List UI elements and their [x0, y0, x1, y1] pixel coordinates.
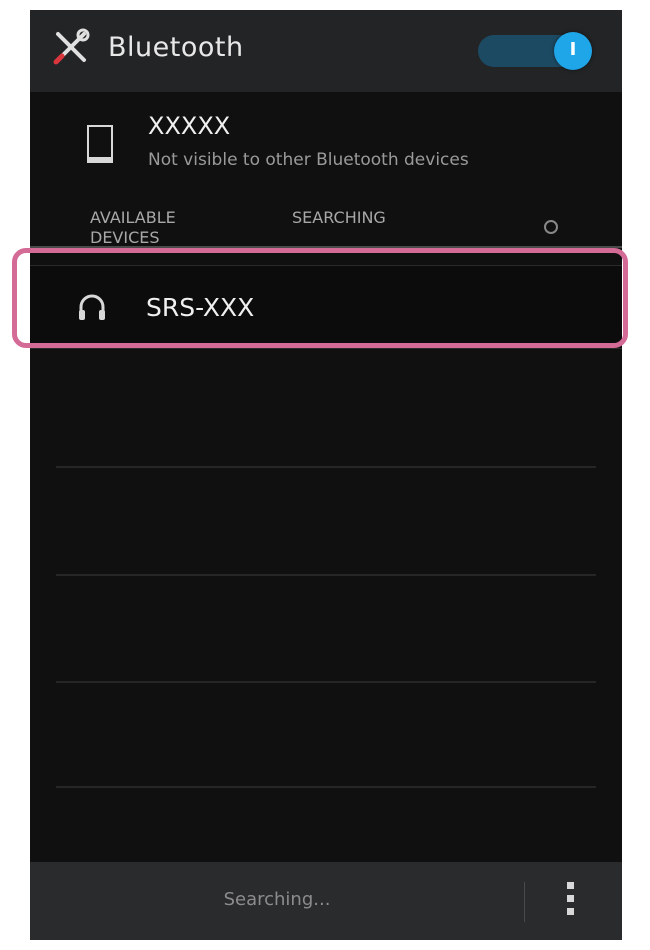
action-bar: Bluetooth I: [30, 10, 622, 92]
searching-status: SEARCHING: [292, 208, 386, 227]
bottom-action-bar: Searching...: [30, 862, 622, 940]
device-name: SRS-XXX: [146, 293, 255, 322]
toggle-knob[interactable]: I: [554, 32, 592, 70]
this-device-row[interactable]: XXXXX Not visible to other Bluetooth dev…: [30, 92, 622, 197]
list-divider: [56, 786, 596, 788]
bluetooth-toggle[interactable]: I: [478, 32, 592, 70]
visibility-status: Not visible to other Bluetooth devices: [148, 150, 469, 170]
this-device-name: XXXXX: [148, 112, 231, 140]
footer-status: Searching...: [223, 889, 331, 910]
list-divider: [56, 681, 596, 683]
overflow-menu-icon[interactable]: [567, 882, 575, 922]
tools-icon[interactable]: [52, 28, 90, 66]
available-devices-label: AVAILABLE DEVICES: [90, 208, 176, 247]
toggle-state-label: I: [569, 39, 577, 60]
list-divider: [56, 466, 596, 468]
refresh-icon[interactable]: [544, 220, 558, 234]
footer-separator: [524, 882, 525, 922]
list-divider: [56, 574, 596, 576]
available-devices-header: AVAILABLE DEVICES SEARCHING: [30, 200, 622, 248]
device-list-item[interactable]: SRS-XXX: [30, 265, 622, 349]
phone-icon: [87, 125, 113, 163]
page-title: Bluetooth: [108, 32, 244, 63]
headphones-icon: [79, 294, 105, 320]
bluetooth-settings-screen: Bluetooth I XXXXX Not visible to other B…: [30, 10, 622, 940]
